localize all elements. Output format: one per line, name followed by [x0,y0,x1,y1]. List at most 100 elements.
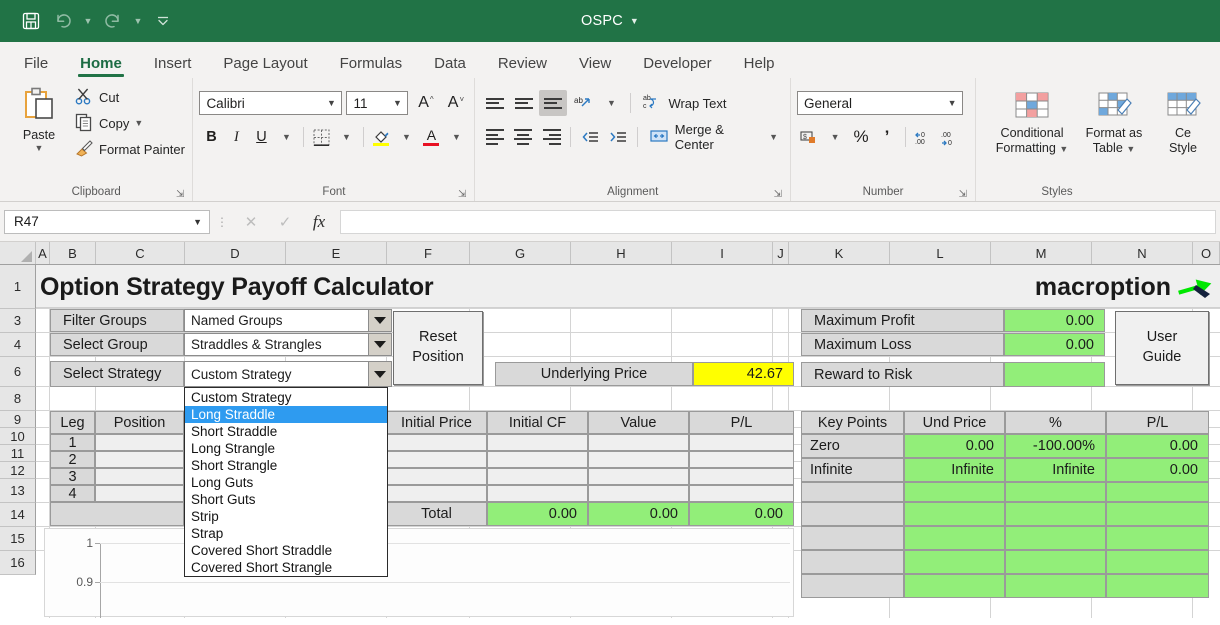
copy-dropdown-icon[interactable]: ▼ [134,118,143,128]
accounting-number-format-icon[interactable]: $ [797,125,821,149]
align-right-icon[interactable] [538,124,565,150]
merge-center-dropdown-icon[interactable]: ▼ [769,132,778,142]
row-header-11[interactable]: 11 [0,445,36,462]
tab-review[interactable]: Review [482,56,563,78]
decrease-indent-icon[interactable] [576,124,603,150]
select-all-corner[interactable] [0,242,36,264]
strategy-option-strip[interactable]: Strip [185,508,387,525]
tab-home[interactable]: Home [64,56,138,78]
tab-data[interactable]: Data [418,56,482,78]
row-header-12[interactable]: 12 [0,462,36,479]
format-as-table-dropdown-icon[interactable]: ▼ [1126,144,1135,154]
percent-style-button[interactable]: % [849,125,873,149]
column-header-f[interactable]: F [387,242,470,264]
strategy-option-short-guts[interactable]: Short Guts [185,491,387,508]
row-header-10[interactable]: 10 [0,428,36,445]
copy-button[interactable]: Copy ▼ [74,110,185,136]
strategy-option-long-straddle[interactable]: Long Straddle [185,406,387,423]
tab-file[interactable]: File [8,56,64,78]
document-title-dropdown-icon[interactable]: ▼ [630,16,639,26]
clipboard-dialog-launcher-icon[interactable]: ⇲ [176,189,184,200]
number-format-dropdown-icon[interactable]: ▼ [944,98,960,108]
filter-groups-dropdown-arrow-icon[interactable] [368,309,392,332]
column-header-e[interactable]: E [286,242,387,264]
strategy-option-strap[interactable]: Strap [185,525,387,542]
fill-color-dropdown-icon[interactable]: ▼ [394,125,418,149]
strategy-option-custom-strategy[interactable]: Custom Strategy [185,389,387,406]
number-dialog-launcher-icon[interactable]: ⇲ [959,189,967,200]
increase-font-size-button[interactable]: A ^ [412,90,438,116]
font-name-dropdown-icon[interactable]: ▼ [323,98,339,108]
align-top-icon[interactable] [481,90,509,116]
tab-insert[interactable]: Insert [138,56,208,78]
insert-function-icon[interactable]: fx [302,212,336,232]
increase-indent-icon[interactable] [605,124,632,150]
alignment-dialog-launcher-icon[interactable]: ⇲ [774,189,782,200]
conditional-formatting-dropdown-icon[interactable]: ▼ [1059,144,1068,154]
orientation-icon[interactable]: ab [568,90,596,116]
underlying-price-value[interactable]: 42.67 [693,362,794,386]
strategy-option-long-guts[interactable]: Long Guts [185,474,387,491]
align-center-icon[interactable] [510,124,537,150]
tab-formulas[interactable]: Formulas [324,56,419,78]
user-guide-button[interactable]: User Guide [1115,311,1209,385]
underline-dropdown-icon[interactable]: ▼ [274,125,298,149]
enter-formula-icon[interactable]: ✓ [268,213,302,231]
column-header-g[interactable]: G [470,242,571,264]
row-header-9[interactable]: 9 [0,411,36,428]
cell-styles-button[interactable]: Ce Style [1152,86,1214,155]
borders-dropdown-icon[interactable]: ▼ [334,125,358,149]
font-size-combo[interactable]: 11 ▼ [346,91,409,115]
formula-bar-grip-icon[interactable]: ⋮ [214,215,230,229]
formula-input[interactable] [340,209,1216,234]
comma-style-button[interactable]: ’ [875,125,899,149]
tab-page-layout[interactable]: Page Layout [207,56,323,78]
strategy-option-short-straddle[interactable]: Short Straddle [185,423,387,440]
strategy-dropdown-list[interactable]: Custom Strategy Long Straddle Short Stra… [184,387,388,577]
tab-help[interactable]: Help [728,56,791,78]
leg-position-4[interactable] [95,485,184,502]
select-strategy-dropdown-arrow-icon[interactable] [368,361,392,387]
tab-view[interactable]: View [563,56,627,78]
format-as-table-button[interactable]: Format as Table ▼ [1078,86,1150,155]
decrease-font-size-button[interactable]: A ˅ [442,90,468,116]
align-middle-icon[interactable] [510,90,538,116]
font-size-dropdown-icon[interactable]: ▼ [389,98,405,108]
conditional-formatting-button[interactable]: Conditional Formatting ▼ [988,86,1076,155]
column-header-d[interactable]: D [185,242,286,264]
strategy-option-long-strangle[interactable]: Long Strangle [185,440,387,457]
decrease-decimal-icon[interactable]: .00 0 [938,125,962,149]
column-header-i[interactable]: I [672,242,773,264]
column-header-c[interactable]: C [96,242,185,264]
italic-button[interactable]: I [224,125,248,149]
accounting-format-dropdown-icon[interactable]: ▼ [823,125,847,149]
row-header-3[interactable]: 3 [0,309,36,333]
borders-icon[interactable] [309,125,333,149]
tab-developer[interactable]: Developer [627,56,727,78]
column-header-b[interactable]: B [50,242,96,264]
row-header-13[interactable]: 13 [0,479,36,503]
underline-button[interactable]: U [249,125,273,149]
column-header-l[interactable]: L [890,242,991,264]
bold-button[interactable]: B [199,125,223,149]
cancel-formula-icon[interactable]: ✕ [234,213,268,231]
column-header-n[interactable]: N [1092,242,1193,264]
font-color-icon[interactable]: A [419,125,443,149]
name-box[interactable]: R47 ▼ [4,209,210,234]
orientation-dropdown-icon[interactable]: ▼ [597,90,625,116]
paste-dropdown-icon[interactable]: ▼ [35,143,44,153]
reset-position-button[interactable]: Reset Position [393,311,483,385]
name-box-dropdown-icon[interactable]: ▼ [193,217,205,227]
font-dialog-launcher-icon[interactable]: ⇲ [458,189,466,200]
strategy-option-covered-short-strangle[interactable]: Covered Short Strangle [185,559,387,576]
leg-position-1[interactable] [95,434,184,451]
column-header-o[interactable]: O [1193,242,1220,264]
column-header-k[interactable]: K [789,242,890,264]
row-header-4[interactable]: 4 [0,333,36,357]
align-left-icon[interactable] [481,124,508,150]
wrap-text-button[interactable]: ab c Wrap Text [636,90,732,116]
filter-groups-dropdown[interactable]: Named Groups [184,309,392,332]
column-header-j[interactable]: J [773,242,789,264]
format-painter-button[interactable]: Format Painter [74,136,185,162]
select-group-dropdown[interactable]: Straddles & Strangles [184,333,392,356]
